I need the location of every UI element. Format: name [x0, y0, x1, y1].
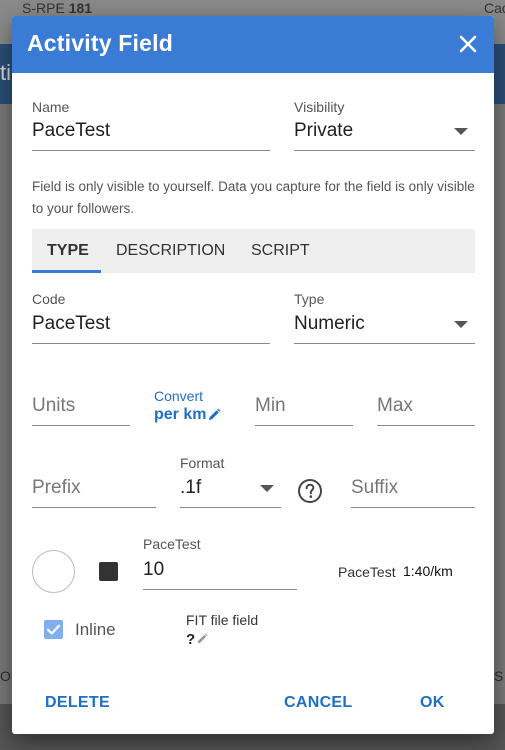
inline-label[interactable]: Inline [75, 620, 116, 640]
value-label: PaceTest [143, 536, 201, 552]
help-icon[interactable] [297, 478, 323, 504]
activity-field-dialog: Activity Field Name PaceTest Visibility … [12, 16, 494, 734]
tab-bar: TYPE DESCRIPTION SCRIPT [32, 229, 475, 273]
format-dropdown-icon[interactable] [260, 485, 274, 492]
checkmark-icon [46, 624, 61, 635]
code-label: Code [32, 291, 66, 307]
suffix-input[interactable]: Suffix [351, 477, 398, 499]
code-underline [32, 343, 270, 344]
preview-value: 1:40/km [403, 563, 453, 579]
max-underline [377, 425, 475, 426]
fit-field-value[interactable]: ? [186, 631, 195, 648]
format-label: Format [180, 455, 225, 471]
units-underline [32, 425, 130, 426]
min-input[interactable]: Min [255, 395, 286, 417]
cancel-button[interactable]: CANCEL [284, 694, 352, 712]
background-stat: S-RPE 181 [22, 0, 93, 16]
value-underline [143, 589, 297, 590]
type-label: Type [294, 291, 325, 307]
background-toolbar-fragment: ti [0, 60, 11, 85]
inline-checkbox[interactable] [44, 620, 63, 639]
close-icon [459, 35, 477, 53]
visibility-select[interactable]: Private [294, 120, 353, 142]
delete-button[interactable]: DELETE [45, 694, 110, 712]
active-tab-indicator [32, 270, 101, 273]
background-side-right: S [494, 668, 504, 684]
fit-field-label: FIT file field [186, 612, 259, 628]
color-square-picker[interactable] [99, 562, 118, 581]
preview-name: PaceTest [338, 564, 396, 580]
name-label: Name [32, 99, 70, 115]
convert-label: Convert [154, 388, 204, 404]
dialog-header: Activity Field [12, 16, 494, 73]
format-underline [180, 507, 281, 508]
visibility-info-text: Field is only visible to yourself. Data … [32, 179, 475, 216]
name-input[interactable]: PaceTest [32, 120, 110, 142]
close-button[interactable] [454, 30, 482, 58]
prefix-input[interactable]: Prefix [32, 477, 81, 499]
edit-pencil-icon[interactable] [207, 408, 221, 422]
edit-pencil-icon[interactable] [196, 633, 208, 645]
prefix-underline [32, 507, 156, 508]
type-select[interactable]: Numeric [294, 313, 365, 335]
suffix-underline [351, 507, 475, 508]
tab-type[interactable]: TYPE [47, 242, 89, 260]
dialog-title: Activity Field [27, 30, 173, 56]
max-input[interactable]: Max [377, 395, 413, 417]
format-select[interactable]: .1f [180, 477, 201, 499]
type-dropdown-icon[interactable] [454, 321, 468, 328]
ok-button[interactable]: OK [420, 694, 445, 712]
type-underline [294, 343, 475, 344]
value-input[interactable]: 10 [143, 559, 164, 581]
visibility-label: Visibility [294, 99, 345, 115]
tab-script[interactable]: SCRIPT [251, 242, 310, 260]
color-circle-picker[interactable] [32, 550, 75, 593]
code-input[interactable]: PaceTest [32, 313, 110, 335]
background-stat-fragment: Cad [484, 0, 505, 16]
min-underline [255, 425, 353, 426]
name-underline [32, 150, 270, 151]
visibility-underline [294, 150, 475, 151]
convert-link[interactable]: per km [154, 406, 206, 424]
tab-description[interactable]: DESCRIPTION [116, 242, 225, 260]
units-input[interactable]: Units [32, 395, 75, 417]
visibility-dropdown-icon[interactable] [454, 128, 468, 135]
